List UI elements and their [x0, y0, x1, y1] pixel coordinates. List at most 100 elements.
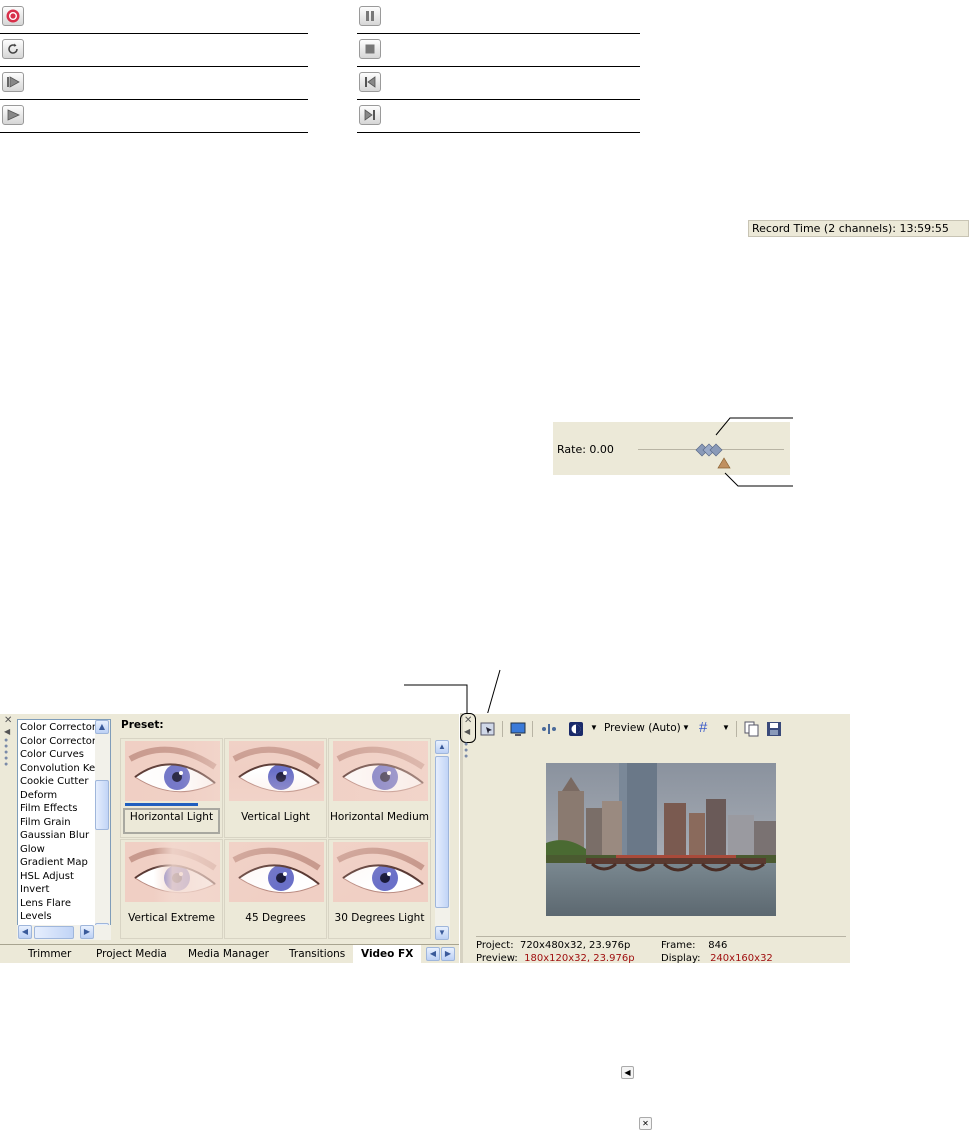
grid-dropdown-icon[interactable]: ▼ — [722, 723, 730, 732]
fx-list-item[interactable]: Color Curves — [18, 748, 96, 762]
loop-button[interactable] — [2, 39, 24, 59]
tab-scroll-right-icon[interactable]: ▶ — [441, 947, 455, 961]
preset-item[interactable]: 30 Degrees Light — [328, 839, 431, 939]
preset-thumbnail — [125, 842, 220, 902]
transport-row-3-right — [357, 66, 640, 100]
transport-row-2 — [0, 33, 308, 67]
tab-video-fx[interactable]: Video FX — [353, 945, 422, 963]
preset-progress-bar — [125, 803, 198, 806]
fx-list-item[interactable]: Film Effects — [18, 802, 96, 816]
preset-label: 30 Degrees Light — [334, 912, 425, 924]
play-icon — [7, 109, 20, 121]
fx-list-item[interactable]: Gaussian Blur — [18, 829, 96, 843]
scroll-thumb[interactable] — [95, 780, 109, 830]
project-label: Project: — [476, 940, 514, 951]
drag-handle-icon[interactable]: ● ● ● ● ● — [4, 737, 14, 768]
tab-trimmer[interactable]: Trimmer — [20, 945, 79, 963]
tab-transitions[interactable]: Transitions — [281, 945, 353, 963]
fx-list-item[interactable]: HSL Adjust — [18, 870, 96, 884]
copy-snapshot-icon[interactable] — [744, 721, 760, 737]
preset-label: Vertical Light — [241, 811, 310, 823]
video-preview-image — [546, 763, 776, 916]
preset-label: Preset: — [121, 719, 164, 731]
record-button[interactable] — [2, 6, 24, 26]
pause-button[interactable] — [359, 6, 381, 26]
external-monitor-icon[interactable] — [510, 721, 526, 737]
scroll-left-arrow-icon[interactable]: ◀ — [18, 925, 32, 939]
preset-thumbnail — [229, 842, 324, 902]
preset-label: Horizontal Medium — [330, 811, 429, 823]
panel-splitter[interactable] — [459, 713, 463, 963]
save-snapshot-icon[interactable] — [766, 721, 782, 737]
overlays-dropdown-icon[interactable]: ▼ — [590, 723, 598, 732]
left-arrow-icon: ◀ — [624, 1068, 631, 1077]
toolbar-separator-2 — [532, 721, 533, 737]
preset-scroll-down-icon[interactable]: ▼ — [435, 926, 449, 940]
video-preview-properties-icon[interactable] — [480, 721, 496, 737]
close-window-icon[interactable]: ✕ — [4, 716, 14, 726]
left-dock-strip: ✕ ◀ ● ● ● ● ● — [4, 716, 14, 776]
transport-row-1 — [0, 0, 308, 34]
preset-scroll-up-icon[interactable]: ▲ — [435, 740, 449, 754]
toolbar-separator-3 — [736, 721, 737, 737]
preset-item[interactable]: 45 Degrees — [224, 839, 327, 939]
tab-scroll-left-icon[interactable]: ◀ — [426, 947, 440, 961]
blur-overlay — [229, 842, 324, 902]
scroll-right-arrow-icon[interactable]: ▶ — [80, 925, 94, 939]
preview-collapse-arrow-icon[interactable]: ◀ — [464, 726, 474, 738]
blur-overlay — [333, 842, 428, 902]
close-button-example[interactable]: ✕ — [639, 1117, 652, 1130]
fx-list-item[interactable]: Glow — [18, 843, 96, 857]
fx-list-item[interactable]: Deform — [18, 789, 96, 803]
overlays-icon[interactable] — [568, 721, 584, 737]
preset-thumbnail — [333, 741, 428, 801]
preset-item[interactable]: Vertical Light — [224, 738, 327, 838]
fx-list-item[interactable]: Color Corrector — [18, 721, 96, 735]
fx-list-item[interactable]: Convolution Kern — [18, 762, 96, 776]
preset-item[interactable]: Horizontal Medium — [328, 738, 431, 838]
fx-list-item[interactable]: Lens Flare — [18, 897, 96, 911]
fx-list-item[interactable]: Levels — [18, 910, 96, 924]
fx-list-item[interactable]: Color Corrector — [18, 735, 96, 749]
play-button[interactable] — [2, 105, 24, 125]
preset-scrollbar[interactable]: ▲ ▼ — [435, 740, 450, 940]
fx-list-item[interactable]: Gradient Map — [18, 856, 96, 870]
preview-close-icon[interactable]: ✕ — [464, 716, 474, 726]
preset-scroll-thumb[interactable] — [435, 756, 449, 908]
go-to-start-icon — [365, 76, 376, 88]
panel-crop-mask — [0, 963, 969, 1003]
preset-selection-box — [123, 808, 220, 834]
preview-quality-dropdown[interactable]: Preview (Auto) — [604, 722, 681, 734]
go-to-end-button[interactable] — [359, 105, 381, 125]
blur-overlay — [333, 741, 428, 801]
fx-list-item[interactable]: Cookie Cutter — [18, 775, 96, 789]
preset-label: 45 Degrees — [245, 912, 306, 924]
preview-quality-dropdown-arrow-icon[interactable]: ▼ — [682, 723, 690, 732]
play-from-start-icon — [7, 76, 20, 88]
blur-overlay — [125, 842, 220, 902]
preview-drag-handle-icon[interactable]: ● ● ● — [464, 741, 474, 760]
stop-button[interactable] — [359, 39, 381, 59]
preset-item[interactable]: Vertical Extreme — [120, 839, 223, 939]
play-from-start-button[interactable] — [2, 72, 24, 92]
preview-dock-strip: ✕ ◀ ● ● ● — [464, 716, 474, 776]
tab-media-manager[interactable]: Media Manager — [180, 945, 277, 963]
rate-label: Rate: 0.00 — [557, 443, 614, 456]
grid-icon[interactable]: # — [699, 719, 707, 736]
preset-thumbnail — [125, 741, 220, 801]
toolbar-separator — [502, 721, 503, 737]
split-screen-icon[interactable] — [540, 721, 556, 737]
collapse-button-example[interactable]: ◀ — [621, 1066, 634, 1079]
fx-list-scrollbar[interactable]: ▲ ▼ — [95, 720, 110, 937]
hscroll-thumb[interactable] — [34, 926, 74, 939]
blur-overlay — [125, 741, 220, 801]
fx-list-item[interactable]: Invert — [18, 883, 96, 897]
fx-list-hscrollbar[interactable]: ◀ ▶ — [17, 925, 111, 940]
go-to-start-button[interactable] — [359, 72, 381, 92]
tab-project-media[interactable]: Project Media — [88, 945, 175, 963]
scroll-up-arrow-icon[interactable]: ▲ — [95, 720, 109, 734]
preset-item[interactable]: Horizontal Light — [120, 738, 223, 838]
fx-plugin-list[interactable]: Color Corrector Color Corrector Color Curv… — [17, 719, 111, 938]
loop-icon — [8, 43, 18, 54]
fx-list-item[interactable]: Film Grain — [18, 816, 96, 830]
